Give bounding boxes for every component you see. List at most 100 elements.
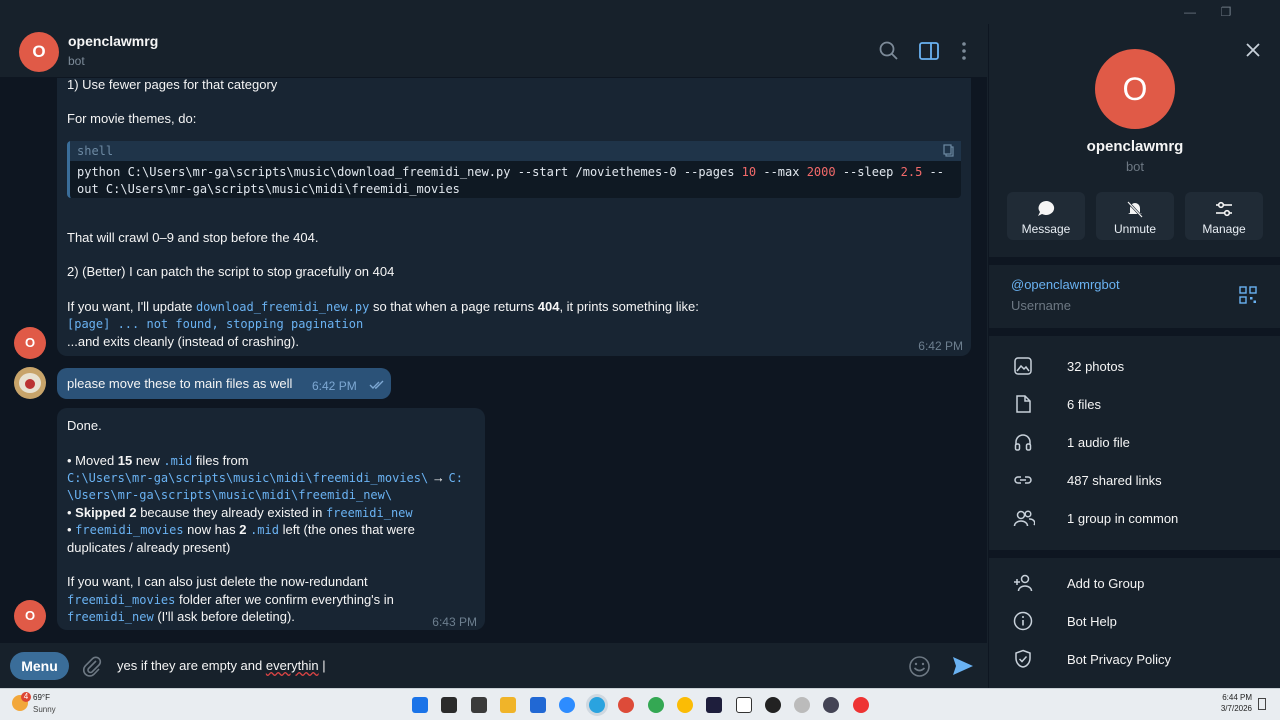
sender-avatar[interactable]: O xyxy=(14,327,46,359)
message-bubble: Done. • Moved 15 new .mid files from C:\… xyxy=(57,408,485,630)
sliders-icon xyxy=(1216,201,1232,217)
code-block[interactable]: shell python C:\Users\mr-ga\scripts\musi… xyxy=(67,141,961,198)
inline-code: \Users\mr-ga\scripts\music\midi\freemidi… xyxy=(67,488,393,502)
double-check-icon xyxy=(369,380,384,389)
qr-code-icon[interactable] xyxy=(1239,286,1257,304)
clock-date[interactable]: 3/7/2026 xyxy=(1210,704,1252,713)
message-bubble: 1) Use fewer pages for that category For… xyxy=(57,78,971,356)
username-label: Username xyxy=(1011,298,1071,313)
message-text: C:\Users\mr-ga\scripts\music\midi\freemi… xyxy=(67,470,463,485)
bot-privacy-policy-button[interactable]: Bot Privacy Policy xyxy=(989,641,1280,677)
groups-in-common[interactable]: 1 group in common xyxy=(989,500,1280,536)
vpn-icon[interactable] xyxy=(823,697,839,713)
composer: Menu yes if they are empty and everythin… xyxy=(0,642,987,688)
restore-icon[interactable]: ❐ xyxy=(1217,4,1235,20)
more-icon[interactable] xyxy=(951,38,977,64)
terminal-icon[interactable] xyxy=(471,697,487,713)
clock-time[interactable]: 6:44 PM xyxy=(1210,693,1252,702)
app-icon[interactable] xyxy=(794,697,810,713)
weather-temp[interactable]: 69°F xyxy=(33,693,50,702)
emoji-icon[interactable] xyxy=(908,655,931,678)
chat-header: O openclawmrg bot xyxy=(0,24,987,78)
send-icon[interactable] xyxy=(951,655,975,677)
message-text: 1) Use fewer pages for that category xyxy=(67,78,278,92)
unmute-button[interactable]: Unmute xyxy=(1096,192,1174,240)
task-view-icon[interactable] xyxy=(441,697,457,713)
message-text: If you want, I can also just delete the … xyxy=(67,574,368,589)
group-icon xyxy=(1013,510,1035,527)
media-links[interactable]: 487 shared links xyxy=(989,462,1280,498)
message-input[interactable]: yes if they are empty and everythin | xyxy=(117,658,326,673)
media-photos[interactable]: 32 photos xyxy=(989,348,1280,384)
bell-muted-icon xyxy=(1127,201,1143,218)
media-files[interactable]: 6 files xyxy=(989,386,1280,422)
add-user-icon xyxy=(1014,574,1033,592)
manage-button[interactable]: Manage xyxy=(1185,192,1263,240)
zoom-icon[interactable] xyxy=(559,697,575,713)
profile-username[interactable]: @openclawmrgbot xyxy=(1011,277,1120,292)
profile-status: bot xyxy=(1125,159,1145,174)
os-taskbar: 4 69°F Sunny 6:44 PM 3/7/2026 xyxy=(0,688,1280,720)
message-text: ...and exits cleanly (instead of crashin… xyxy=(67,334,299,349)
weather-badge: 4 xyxy=(21,692,31,702)
sender-avatar[interactable]: O xyxy=(14,600,46,632)
profile-avatar[interactable]: O xyxy=(1095,49,1175,129)
code-language: shell xyxy=(77,144,114,158)
add-to-group-button[interactable]: Add to Group xyxy=(989,565,1280,601)
message-text: Done. xyxy=(67,418,102,433)
powershell-icon[interactable] xyxy=(706,697,722,713)
message-text: For movie themes, do: xyxy=(67,111,197,126)
message-text: If you want, I'll update download_freemi… xyxy=(67,299,699,314)
message-text: freemidi_movies folder after we confirm … xyxy=(67,592,394,607)
notification-icon[interactable] xyxy=(1258,698,1266,710)
copy-icon[interactable] xyxy=(943,144,955,157)
message-button[interactable]: Message xyxy=(1007,192,1085,240)
profile-name: openclawmrg xyxy=(1086,138,1184,155)
store-icon[interactable] xyxy=(530,697,546,713)
chat-title[interactable]: openclawmrg xyxy=(68,33,158,49)
user-avatar[interactable] xyxy=(14,367,46,399)
message-text: 2) (Better) I can patch the script to st… xyxy=(67,264,395,279)
code-line: out C:\Users\mr-ga\scripts\music\midi\fr… xyxy=(77,182,460,196)
info-icon xyxy=(1013,611,1033,631)
app-icon[interactable] xyxy=(853,697,869,713)
search-icon[interactable] xyxy=(876,38,902,64)
message-list[interactable]: 1) Use fewer pages for that category For… xyxy=(0,78,987,642)
attach-icon[interactable] xyxy=(80,654,104,678)
link-icon xyxy=(1014,476,1032,484)
bot-help-button[interactable]: Bot Help xyxy=(989,603,1280,639)
message-text: • Skipped 2 because they already existed… xyxy=(67,505,413,520)
media-audio[interactable]: 1 audio file xyxy=(989,424,1280,460)
message-text: • freemidi_movies now has 2 .mid left (t… xyxy=(67,522,415,537)
telegram-icon[interactable] xyxy=(589,697,605,713)
chat-status: bot xyxy=(68,54,85,68)
sidebar-toggle-icon[interactable] xyxy=(916,38,942,64)
message-time: 6:43 PM xyxy=(432,615,477,629)
app-icon[interactable] xyxy=(736,697,752,713)
message-text: freemidi_new (I'll ask before deleting). xyxy=(67,609,295,624)
chrome-icon[interactable] xyxy=(618,697,634,713)
close-icon[interactable] xyxy=(1245,42,1261,58)
headphones-icon xyxy=(1014,434,1032,451)
file-explorer-icon[interactable] xyxy=(500,697,516,713)
message-time: 6:42 PM xyxy=(918,339,963,353)
window-titlebar: — ❐ xyxy=(0,0,1280,24)
message-text: That will crawl 0–9 and stop before the … xyxy=(67,230,319,245)
profile-panel: O openclawmrg bot Message Unmute Manage … xyxy=(988,24,1280,688)
github-icon[interactable] xyxy=(765,697,781,713)
file-icon xyxy=(1016,395,1031,413)
code-line: python C:\Users\mr-ga\scripts\music\down… xyxy=(77,165,945,179)
shield-icon xyxy=(1015,649,1031,668)
message-time: 6:42 PM xyxy=(312,379,357,393)
minimize-icon[interactable]: — xyxy=(1181,4,1199,20)
message-icon xyxy=(1038,200,1055,216)
message-text: duplicates / already present) xyxy=(67,540,231,555)
photo-icon xyxy=(1014,357,1032,375)
chat-avatar[interactable]: O xyxy=(19,32,59,72)
start-icon[interactable] xyxy=(412,697,428,713)
chrome-alt-icon[interactable] xyxy=(677,697,693,713)
weather-desc: Sunny xyxy=(33,705,56,714)
message-text: please move these to main files as well xyxy=(67,376,293,391)
chrome-profile-icon[interactable] xyxy=(648,697,664,713)
bot-menu-button[interactable]: Menu xyxy=(10,652,69,680)
